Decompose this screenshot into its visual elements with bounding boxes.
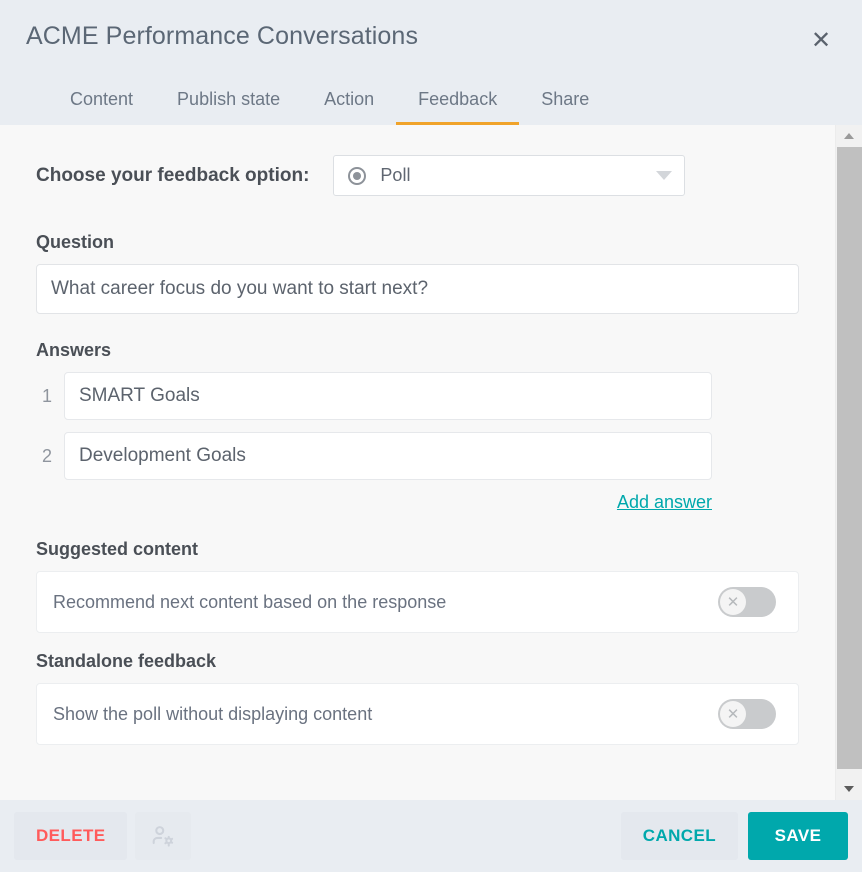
answer-row: 1: [36, 372, 799, 420]
standalone-feedback-label: Show the poll without displaying content: [53, 703, 373, 724]
tab-action[interactable]: Action: [302, 89, 396, 125]
tab-feedback[interactable]: Feedback: [396, 89, 520, 125]
scroll-down-arrow-icon[interactable]: [836, 778, 862, 800]
tab-content[interactable]: Content: [48, 89, 155, 125]
answers-block: Answers 1 2: [36, 340, 799, 480]
page-title: ACME Performance Conversations: [26, 22, 419, 50]
suggested-content-toggle[interactable]: ✕: [718, 587, 776, 617]
delete-button[interactable]: DELETE: [14, 812, 128, 860]
user-settings-glyph: [153, 826, 174, 847]
feedback-option-row: Choose your feedback option: Poll: [36, 155, 799, 196]
standalone-feedback-toggle[interactable]: ✕: [718, 699, 776, 729]
modal-footer: DELETE CANCEL SAVE: [0, 800, 862, 872]
vertical-scrollbar[interactable]: [835, 125, 862, 800]
scroll-down-glyph: [844, 786, 854, 792]
answer-input-1[interactable]: [64, 372, 712, 420]
suggested-content-heading: Suggested content: [36, 539, 199, 559]
standalone-feedback-card: Show the poll without displaying content…: [36, 683, 799, 745]
feedback-option-label: Choose your feedback option:: [36, 164, 310, 186]
suggested-content-card: Recommend next content based on the resp…: [36, 571, 799, 633]
add-answer-row: Add answer: [36, 492, 770, 513]
question-heading: Question: [36, 232, 115, 252]
radio-selected-icon: [348, 166, 367, 185]
scroll-up-arrow-icon[interactable]: [836, 125, 862, 147]
add-answer-link[interactable]: Add answer: [617, 492, 712, 513]
toggle-off-icon: ✕: [720, 589, 746, 615]
answer-input-2[interactable]: [64, 432, 712, 480]
answers-heading: Answers: [36, 340, 112, 360]
feedback-modal: ACME Performance Conversations ✕ Content…: [0, 0, 862, 872]
chevron-down-icon[interactable]: [656, 171, 673, 180]
scrollbar-thumb[interactable]: [837, 147, 862, 769]
tab-share[interactable]: Share: [519, 89, 611, 125]
feedback-option-select[interactable]: Poll: [333, 155, 686, 196]
suggested-content-label: Recommend next content based on the resp…: [53, 591, 447, 612]
answer-index: 1: [42, 385, 53, 406]
question-block: Question: [36, 232, 799, 314]
footer-left-actions: DELETE: [14, 812, 192, 860]
answer-row: 2: [36, 432, 799, 480]
question-input[interactable]: [36, 264, 799, 314]
modal-header: ACME Performance Conversations ✕ Content…: [0, 0, 862, 125]
standalone-feedback-heading: Standalone feedback: [36, 651, 217, 671]
user-settings-icon[interactable]: [135, 812, 192, 860]
modal-body: Choose your feedback option: Poll Questi…: [0, 125, 862, 800]
toggle-off-icon: ✕: [720, 701, 746, 727]
cancel-button[interactable]: CANCEL: [620, 812, 738, 860]
feedback-option-value: Poll: [380, 165, 411, 185]
footer-right-actions: CANCEL SAVE: [620, 812, 848, 860]
tab-bar: Content Publish state Action Feedback Sh…: [0, 77, 611, 125]
answer-index: 2: [42, 445, 53, 466]
tab-publish-state[interactable]: Publish state: [155, 89, 302, 125]
feedback-form: Choose your feedback option: Poll Questi…: [0, 125, 835, 800]
scroll-up-glyph: [844, 133, 854, 139]
save-button[interactable]: SAVE: [748, 812, 848, 860]
close-icon[interactable]: ✕: [806, 26, 836, 56]
